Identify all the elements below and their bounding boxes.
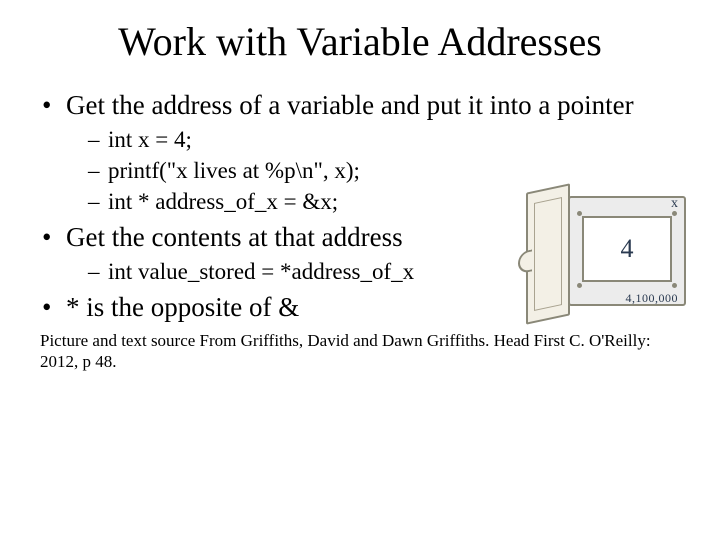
page-title: Work with Variable Addresses <box>40 18 680 65</box>
bullet-text: * is the opposite of & <box>66 292 299 322</box>
memory-cell-window: 4 <box>582 216 672 282</box>
memory-cell-body: x 4 4,100,000 <box>568 196 686 306</box>
safe-door-icon <box>526 183 570 324</box>
bullet-text: Get the contents at that address <box>66 222 403 252</box>
door-panel <box>534 197 562 311</box>
code-line: printf("x lives at %p\n", x); <box>88 155 680 186</box>
variable-value: 4 <box>621 234 634 264</box>
bullet-text: Get the address of a variable and put it… <box>66 90 634 120</box>
source-citation: Picture and text source From Griffiths, … <box>40 330 680 373</box>
variable-name-label: x <box>671 196 678 212</box>
memory-cell-illustration: x 4 4,100,000 <box>518 188 686 328</box>
code-line: int x = 4; <box>88 124 680 155</box>
slide: Work with Variable Addresses Get the add… <box>0 0 720 540</box>
door-handle-icon <box>518 249 532 274</box>
memory-address-label: 4,100,000 <box>626 291 679 306</box>
